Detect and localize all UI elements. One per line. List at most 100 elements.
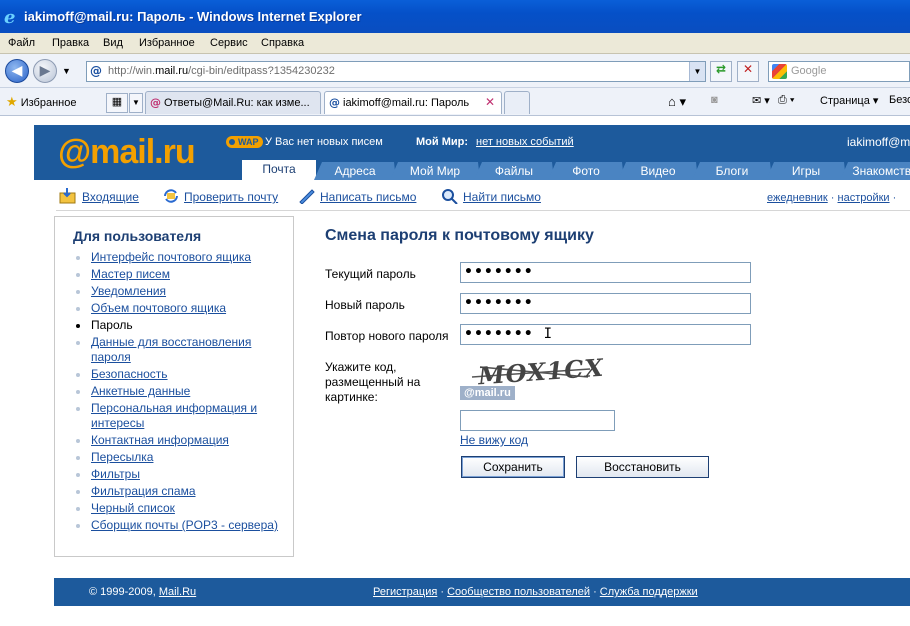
sidebar-item-blacklist[interactable]: Черный список xyxy=(75,501,285,516)
browser-tab-password[interactable]: @ iakimoff@mail.ru: Пароль ✕ xyxy=(324,91,502,114)
address-field[interactable]: @ http://win.mail.ru/cgi-bin/editpass?13… xyxy=(86,61,706,82)
mymir-events-link[interactable]: нет новых событий xyxy=(476,136,574,148)
nav-tab-blogs[interactable]: Блоги xyxy=(692,162,772,180)
sidebar-item-security[interactable]: Безопасность xyxy=(75,367,285,382)
sidebar-title: Для пользователя xyxy=(73,228,202,244)
form-title: Смена пароля к почтовому ящику xyxy=(325,227,594,244)
captcha-code-input[interactable] xyxy=(460,410,615,431)
footer-community-link[interactable]: Сообщество пользователей xyxy=(447,586,590,598)
sidebar-item-label[interactable]: Контактная информация xyxy=(91,433,229,447)
diary-link[interactable]: ежедневник xyxy=(767,192,828,204)
new-tab-button[interactable] xyxy=(504,91,530,114)
captcha-text: MOX1CX xyxy=(477,352,605,391)
footer-support-link[interactable]: Служба поддержки xyxy=(600,586,698,598)
search-placeholder: Google xyxy=(791,65,827,77)
menu-tools[interactable]: Сервис xyxy=(210,37,248,49)
sidebar-item-letter-wizard[interactable]: Мастер писем xyxy=(75,267,285,282)
settings-sidebar: Для пользователя Интерфейс почтового ящи… xyxy=(54,216,294,557)
menu-file[interactable]: Файл xyxy=(8,37,35,49)
sidebar-item-label[interactable]: Фильтры xyxy=(91,467,140,481)
cant-see-code-link[interactable]: Не вижу код xyxy=(460,433,528,447)
sidebar-item-label[interactable]: Данные для восстановления пароля xyxy=(91,335,251,364)
sidebar-item-profile[interactable]: Анкетные данные xyxy=(75,384,285,399)
mail-subnav: Входящие Проверить почту Написать письмо… xyxy=(56,187,910,211)
sidebar-item-label[interactable]: Объем почтового ящика xyxy=(91,301,226,315)
back-button[interactable]: ◀ xyxy=(5,59,29,83)
sidebar-item-label[interactable]: Фильтрация спама xyxy=(91,484,196,498)
nav-tab-photo[interactable]: Фото xyxy=(548,162,624,180)
nav-tab-mail[interactable]: Почта xyxy=(242,160,316,180)
sidebar-item-recovery-data[interactable]: Данные для восстановления пароля xyxy=(75,335,285,365)
find-mail-link[interactable]: Найти письмо xyxy=(463,190,541,204)
mailru-footer-link[interactable]: Mail.Ru xyxy=(159,586,196,598)
quick-tabs-icon[interactable]: ▦ xyxy=(106,93,128,113)
sidebar-item-personal-info[interactable]: Персональная информация и интересы xyxy=(75,401,285,431)
stop-icon[interactable]: ✕ xyxy=(737,61,759,82)
sidebar-item-label[interactable]: Персональная информация и интересы xyxy=(91,401,257,430)
menu-view[interactable]: Вид xyxy=(103,37,123,49)
history-dropdown-icon[interactable]: ▼ xyxy=(62,66,71,76)
mailru-logo[interactable]: @mail.ru xyxy=(58,133,196,172)
safety-menu[interactable]: Безо xyxy=(889,94,910,106)
refresh-icon[interactable]: ⇄ xyxy=(710,61,732,82)
check-mail-link[interactable]: Проверить почту xyxy=(184,190,278,204)
home-icon[interactable]: ⌂ ▾ xyxy=(668,94,686,110)
nav-tab-mymir[interactable]: Мой Мир xyxy=(390,162,480,180)
forward-button[interactable]: ▶ xyxy=(33,59,57,83)
menu-help[interactable]: Справка xyxy=(261,37,304,49)
sidebar-item-label[interactable]: Безопасность xyxy=(91,367,168,381)
nav-tab-files[interactable]: Файлы xyxy=(474,162,554,180)
save-button[interactable]: Сохранить xyxy=(461,456,565,478)
favorites-button[interactable]: ★ Избранное xyxy=(6,94,76,110)
tab-list-dropdown-icon[interactable]: ▼ xyxy=(129,93,143,113)
sidebar-item-pop3-collector[interactable]: Сборщик почты (POP3 - сервера) xyxy=(75,518,285,533)
sidebar-item-label[interactable]: Уведомления xyxy=(91,284,166,298)
google-icon xyxy=(772,64,787,79)
sidebar-item-contact-info[interactable]: Контактная информация xyxy=(75,433,285,448)
compose-link[interactable]: Написать письмо xyxy=(320,190,416,204)
nav-tab-addresses[interactable]: Адреса xyxy=(314,162,396,180)
sidebar-item-notifications[interactable]: Уведомления xyxy=(75,284,285,299)
sidebar-item-label[interactable]: Интерфейс почтового ящика xyxy=(91,250,251,264)
nav-tab-games[interactable]: Игры xyxy=(766,162,846,180)
wap-badge[interactable]: WAP xyxy=(226,136,263,148)
mailru-answers-favicon-icon: @ xyxy=(150,96,161,109)
mailru-favicon-icon: @ xyxy=(329,96,340,109)
sidebar-item-label[interactable]: Пересылка xyxy=(91,450,153,464)
address-url: http://win.mail.ru/cgi-bin/editpass?1354… xyxy=(108,65,335,77)
feeds-icon[interactable]: ◙ xyxy=(711,94,718,106)
restore-button[interactable]: Восстановить xyxy=(576,456,709,478)
address-dropdown-icon[interactable]: ▼ xyxy=(689,62,705,81)
new-password-input[interactable]: ••••••• xyxy=(460,293,751,314)
page-menu[interactable]: Страница ▾ xyxy=(820,94,878,107)
nav-tab-video[interactable]: Видео xyxy=(618,162,698,180)
captcha-image: MOX1CX @mail.ru xyxy=(460,353,605,400)
sidebar-item-label[interactable]: Мастер писем xyxy=(91,267,170,281)
print-icon[interactable]: ⎙ ▾ xyxy=(778,94,794,107)
search-input[interactable]: Google xyxy=(768,61,910,82)
browser-tab-answers[interactable]: @ Ответы@Mail.Ru: как изме... xyxy=(145,91,321,114)
sidebar-item-label[interactable]: Черный список xyxy=(91,501,175,515)
repeat-password-input[interactable]: ••••••• I xyxy=(460,324,751,345)
sidebar-item-label[interactable]: Анкетные данные xyxy=(91,384,190,398)
star-icon: ★ xyxy=(6,94,18,109)
current-password-input[interactable]: ••••••• xyxy=(460,262,751,283)
sidebar-item-label[interactable]: Сборщик почты (POP3 - сервера) xyxy=(91,518,278,532)
footer-registration-link[interactable]: Регистрация xyxy=(373,586,437,598)
sidebar-item-forwarding[interactable]: Пересылка xyxy=(75,450,285,465)
menu-favorites[interactable]: Избранное xyxy=(139,37,195,49)
inbox-link[interactable]: Входящие xyxy=(82,190,139,204)
tab-label: iakimoff@mail.ru: Пароль xyxy=(343,97,470,109)
settings-link[interactable]: настройки xyxy=(838,192,890,204)
menu-edit[interactable]: Правка xyxy=(52,37,89,49)
nav-tab-dating[interactable]: Знакомства xyxy=(840,162,910,180)
check-mail-icon xyxy=(164,189,178,203)
close-tab-icon[interactable]: ✕ xyxy=(485,95,495,109)
copyright: © 1999-2009, Mail.Ru xyxy=(89,586,197,598)
sidebar-item-interface[interactable]: Интерфейс почтового ящика xyxy=(75,250,285,265)
sidebar-item-filters[interactable]: Фильтры xyxy=(75,467,285,482)
sidebar-item-mailbox-size[interactable]: Объем почтового ящика xyxy=(75,301,285,316)
sidebar-item-spam-filter[interactable]: Фильтрация спама xyxy=(75,484,285,499)
search-icon xyxy=(442,189,458,204)
mail-icon[interactable]: ✉ ▾ xyxy=(752,94,770,107)
